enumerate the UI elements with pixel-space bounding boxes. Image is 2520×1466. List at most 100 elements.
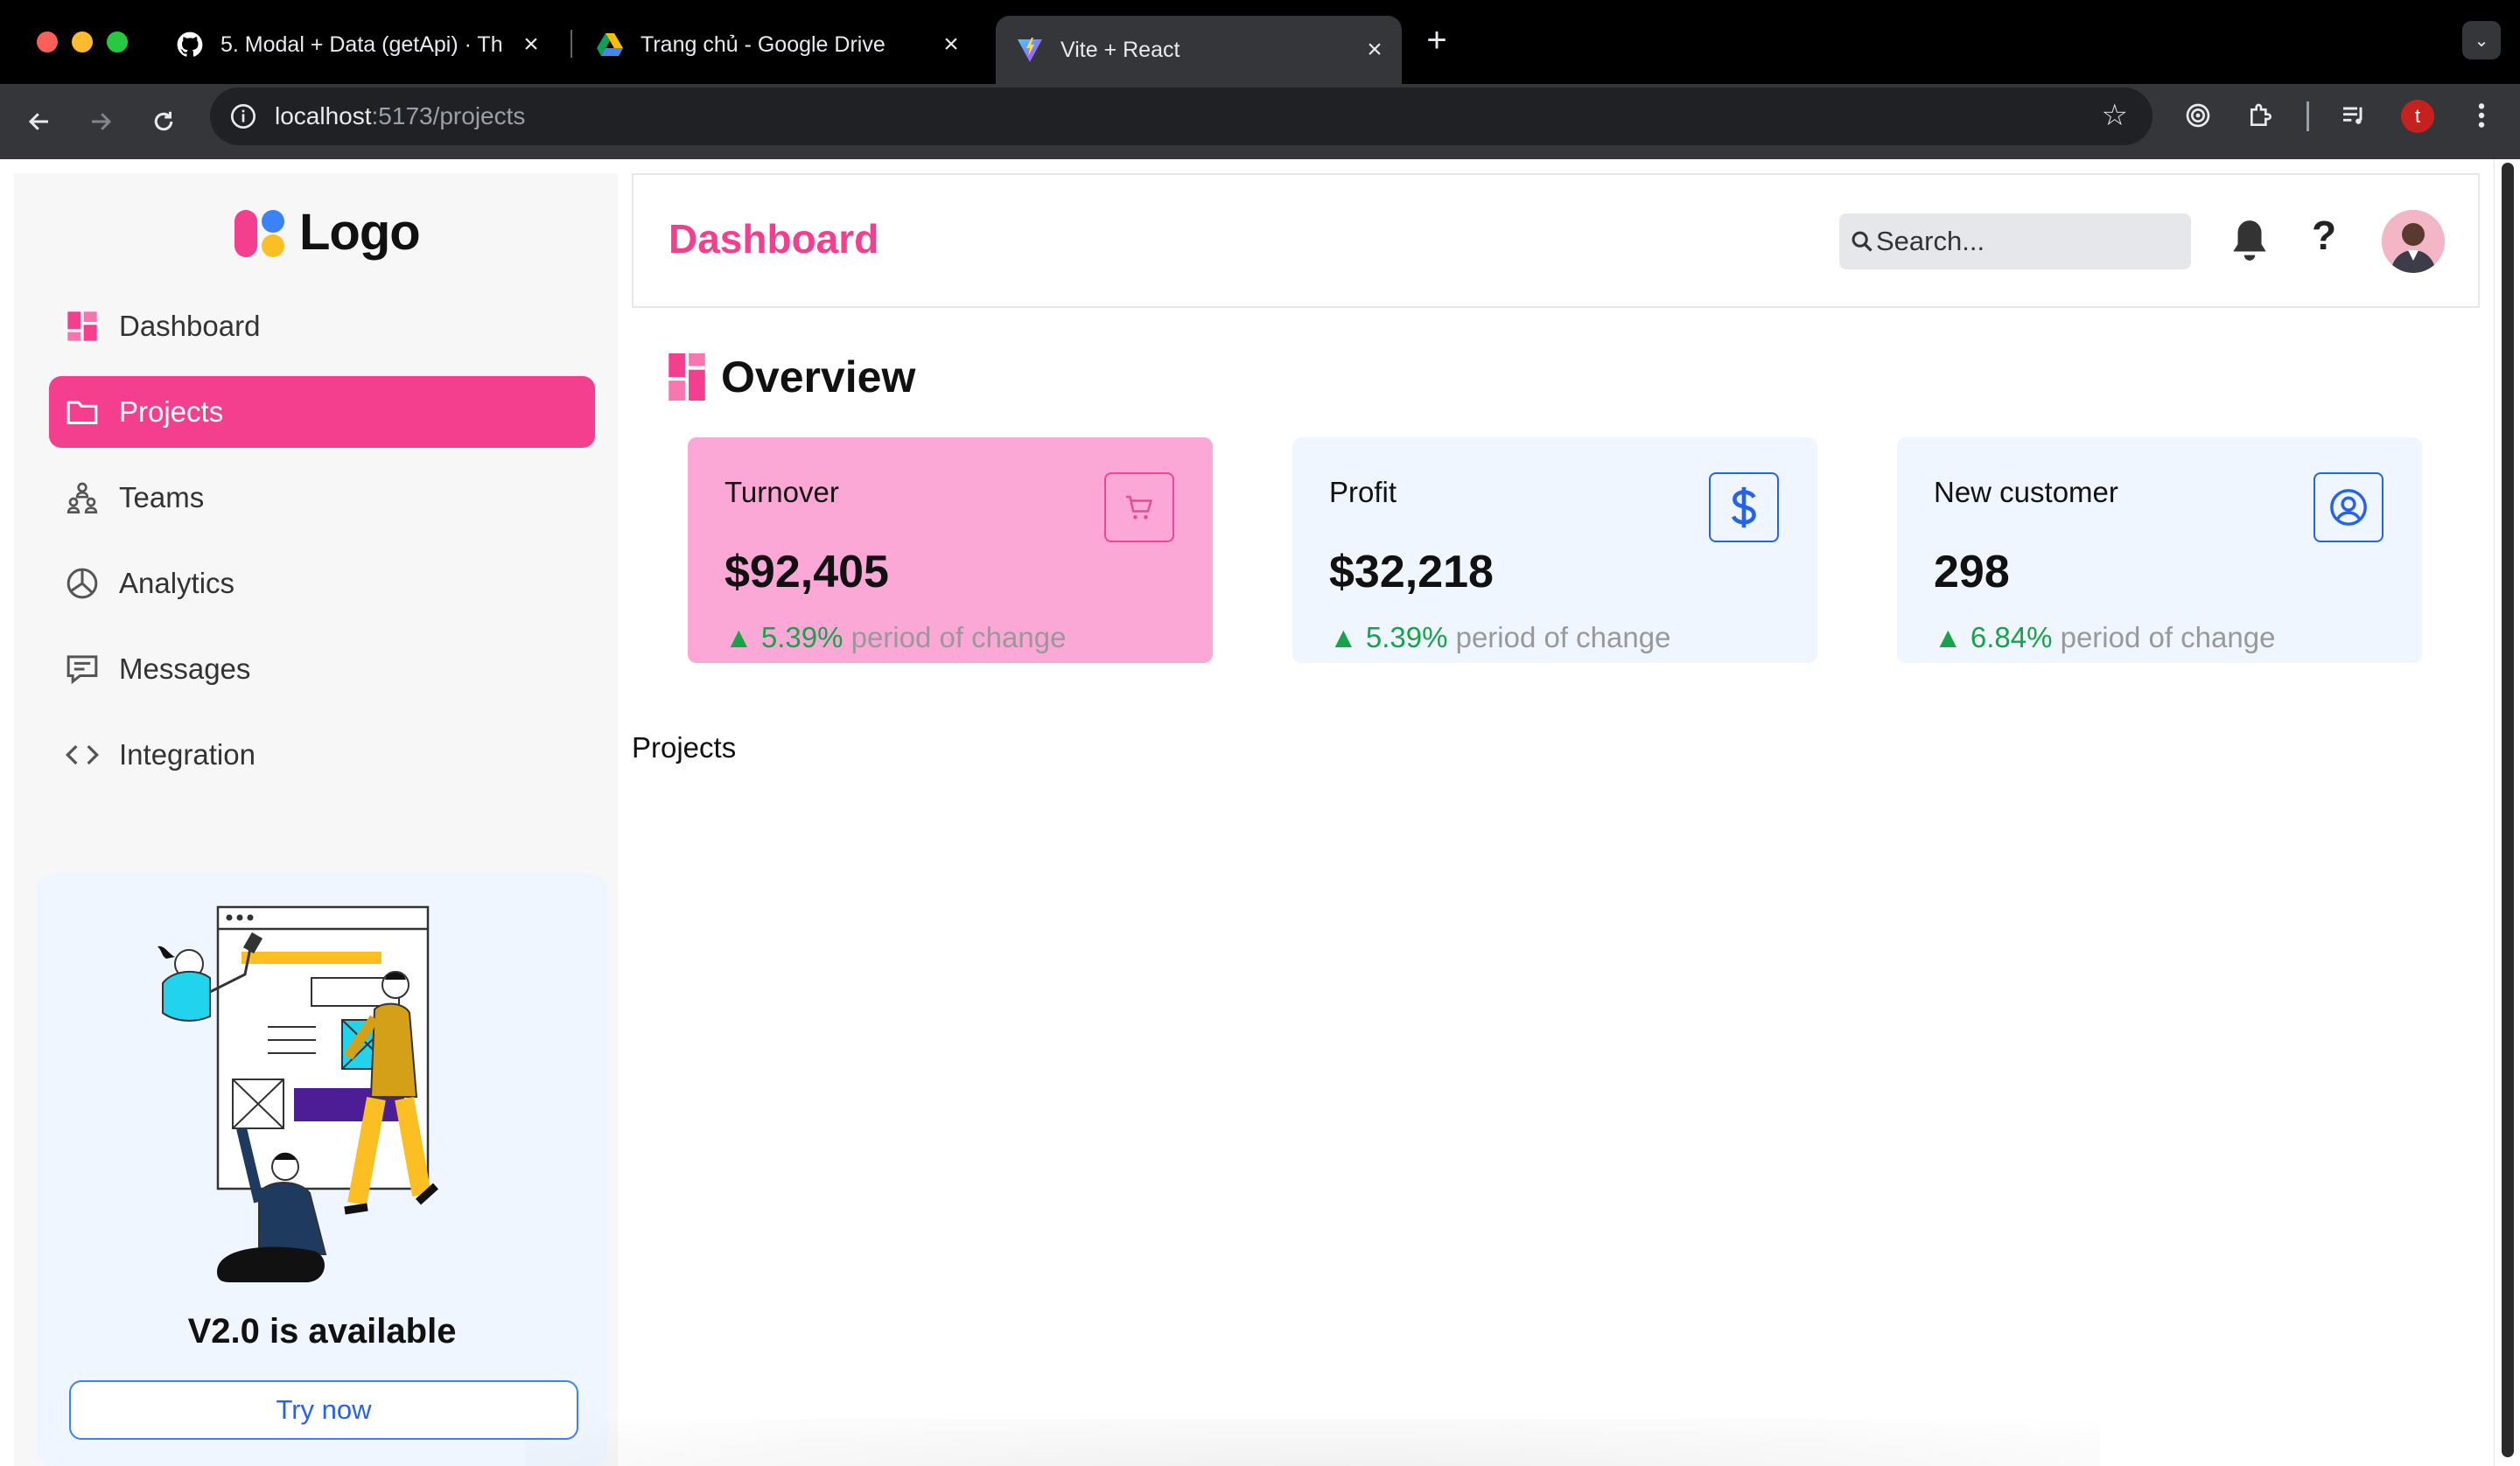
arrow-left-icon [28,113,48,130]
bottom-shadow [525,1419,2100,1466]
url-text: localhost:5173/projects [275,102,525,130]
vite-icon [1015,35,1045,65]
target-icon [2186,103,2210,128]
change-percent: 5.39% [1365,621,1448,653]
github-icon [175,30,205,59]
browser-tab[interactable]: Trang chủ - Google Drive × [576,16,978,73]
card-icon-box [1709,472,1779,542]
close-icon[interactable]: × [1360,35,1390,65]
browser-menu-button[interactable] [2462,96,2501,135]
window-maximize-button[interactable] [107,31,128,52]
page-title: Dashboard [668,216,879,262]
tab-divider [570,30,572,58]
dashboard-icon [668,353,705,401]
trend-up-icon: ▲ [724,621,753,653]
back-button[interactable] [19,101,60,142]
window-minimize-button[interactable] [72,31,93,52]
sidebar-item-integration[interactable]: Integration [49,719,595,791]
overview-title: Overview [721,353,916,401]
stat-card-turnover: Turnover $92,405 ▲ 5.39% period of chang… [688,437,1213,663]
search-input[interactable] [1876,213,2182,269]
site-info-icon[interactable] [226,99,261,134]
browser-tab[interactable]: 5. Modal + Data (getApi) · Th × [156,16,558,73]
promo-title: V2.0 is available [187,1312,457,1351]
arrow-right-icon [92,113,112,130]
try-now-button[interactable]: Try now [69,1380,578,1440]
card-change: ▲ 5.39% period of change [724,621,1066,654]
page-scrollbar[interactable] [2494,159,2520,1466]
stat-card-new-customer: New customer 298 ▲ 6.84% period of chang… [1897,437,2422,663]
bookmark-star-icon[interactable]: ☆ [2102,98,2128,133]
puzzle-icon [2250,103,2272,126]
team-illustration [158,905,439,1282]
window-close-button[interactable] [37,31,58,52]
bell-icon[interactable] [2228,217,2272,264]
help-icon[interactable]: ? [2312,212,2336,259]
new-tab-button[interactable]: + [1419,21,1454,60]
sidebar-item-dashboard[interactable]: Dashboard [49,290,595,362]
tab-search-button[interactable]: ⌄ [2462,21,2501,59]
sidebar-item-label: Integration [119,738,256,771]
sidebar-item-label: Dashboard [119,310,261,342]
card-label: Turnover [724,476,839,508]
chevron-down-icon: ⌄ [2474,31,2489,51]
overview-heading: Overview [668,352,915,402]
sidebar-item-projects[interactable]: Projects [49,376,595,448]
teams-icon [63,478,102,517]
logo-text: Logo [299,204,421,261]
card-icon-box [1104,472,1174,542]
sidebar-item-label: Messages [119,653,251,685]
card-label: Profit [1329,476,1397,508]
projects-section-title: Projects [632,731,737,764]
messages-icon [63,650,102,688]
code-icon [63,736,102,774]
card-label: New customer [1934,476,2118,508]
address-bar[interactable]: localhost:5173/projects ☆ [210,87,2152,145]
reload-icon [154,111,173,131]
extension-button[interactable] [2179,96,2217,135]
media-control-button[interactable] [2334,96,2373,135]
card-value: $32,218 [1329,547,1494,597]
extensions-button[interactable] [2242,96,2280,135]
folder-icon [63,393,102,431]
change-caption: period of change [850,621,1067,653]
close-icon[interactable]: × [936,30,966,59]
playlist-icon [2343,107,2362,124]
tab-title: Vite + React [1060,37,1180,62]
page-viewport: Logo Dashboard Projects Teams Analytics [0,159,2494,1466]
sidebar-item-analytics[interactable]: Analytics [49,548,595,619]
sidebar-item-messages[interactable]: Messages [49,633,595,705]
change-caption: period of change [1455,621,1671,653]
change-caption: period of change [2060,621,2276,653]
card-change: ▲ 5.39% period of change [1329,621,1670,654]
logo[interactable]: Logo [233,203,421,262]
sidebar-item-label: Teams [119,481,205,513]
dollar-icon [1731,486,1756,528]
tab-title: Trang chủ - Google Drive [640,31,886,57]
browser-tab-active[interactable]: Vite + React × [996,16,1402,84]
reload-button[interactable] [144,101,184,142]
stat-card-profit: Profit $32,218 ▲ 5.39% period of change [1292,437,1817,663]
cart-icon [1126,495,1153,520]
trend-up-icon: ▲ [1934,621,1963,653]
scrollbar-thumb[interactable] [2502,163,2514,1457]
user-circle-icon [2330,489,2367,526]
card-change: ▲ 6.84% period of change [1934,621,2275,654]
tab-title: 5. Modal + Data (getApi) · Th [220,31,503,57]
forward-button[interactable] [80,101,121,142]
url-path: :5173/projects [371,102,526,129]
sidebar: Logo Dashboard Projects Teams Analytics [14,173,618,1466]
sidebar-item-teams[interactable]: Teams [49,462,595,534]
page-header: Dashboard ? [632,173,2480,308]
card-icon-box [2314,472,2384,542]
kebab-menu-icon [2478,103,2485,128]
user-avatar[interactable] [2382,210,2445,273]
profile-avatar[interactable]: t [2401,100,2434,133]
toolbar-divider [2306,101,2309,131]
card-value: 298 [1934,547,2010,597]
close-icon[interactable]: × [516,30,546,59]
search-box[interactable] [1839,213,2191,269]
dashboard-icon [63,307,102,346]
promo-card: V2.0 is available Try now [36,873,608,1466]
trend-up-icon: ▲ [1329,621,1358,653]
